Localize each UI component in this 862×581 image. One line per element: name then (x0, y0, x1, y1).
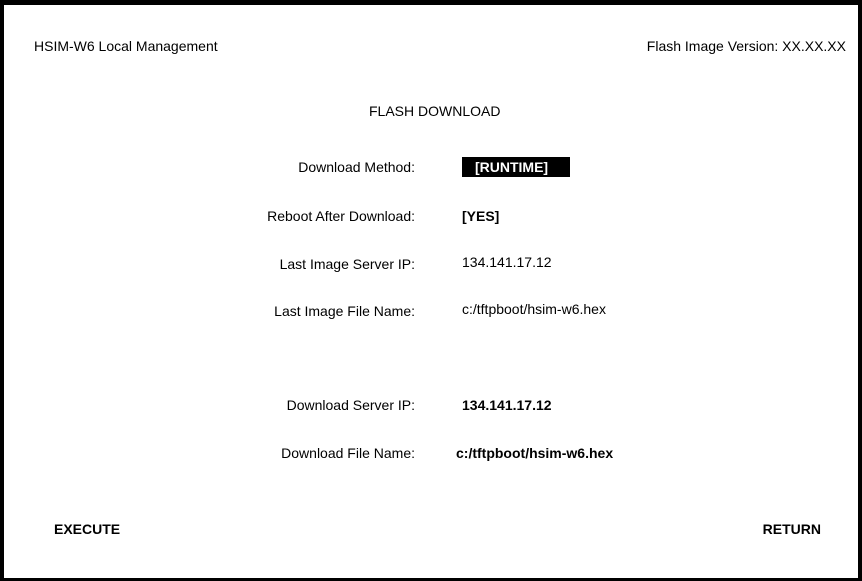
last-image-server-ip-value: 134.141.17.12 (462, 254, 552, 270)
download-server-ip-field[interactable]: 134.141.17.12 (462, 397, 552, 413)
reboot-after-download-field[interactable]: [YES] (462, 208, 499, 224)
return-command[interactable]: RETURN (763, 521, 821, 537)
execute-command[interactable]: EXECUTE (54, 521, 120, 537)
download-file-name-label: Download File Name: (281, 445, 415, 461)
page-title: FLASH DOWNLOAD (369, 103, 501, 119)
download-method-label: Download Method: (298, 159, 415, 175)
download-server-ip-label: Download Server IP: (286, 397, 415, 413)
download-file-name-field[interactable]: c:/tftpboot/hsim-w6.hex (456, 445, 613, 461)
terminal-screen: HSIM-W6 Local Management Flash Image Ver… (0, 0, 862, 581)
download-method-field[interactable]: [RUNTIME] (462, 157, 571, 177)
reboot-after-download-label: Reboot After Download: (267, 208, 415, 224)
app-title: HSIM-W6 Local Management (34, 38, 218, 54)
last-image-file-name-label: Last Image File Name: (274, 303, 415, 319)
flash-image-version: Flash Image Version: XX.XX.XX (646, 38, 846, 54)
last-image-file-name-value: c:/tftpboot/hsim-w6.hex (462, 301, 606, 317)
last-image-server-ip-label: Last Image Server IP: (279, 256, 415, 272)
